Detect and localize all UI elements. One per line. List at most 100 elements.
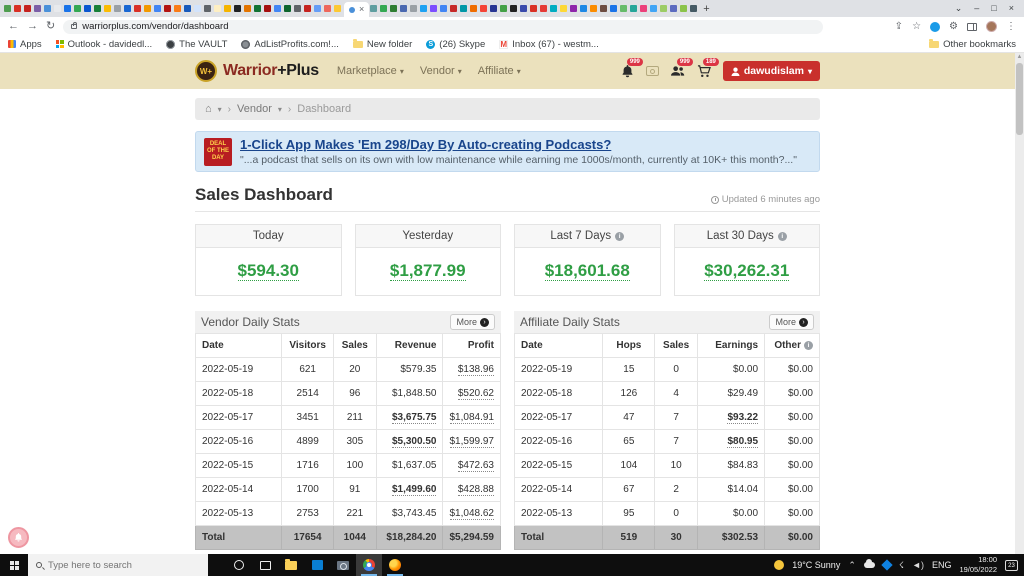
browser-tab-favicon[interactable]	[244, 5, 251, 12]
browser-tab-favicon[interactable]	[174, 5, 181, 12]
nav-item-affiliate[interactable]: Affiliate ▾	[478, 65, 521, 77]
browser-tab-favicon[interactable]	[314, 5, 321, 12]
profile-avatar[interactable]	[986, 21, 997, 32]
browser-tab-favicon[interactable]	[114, 5, 121, 12]
nav-item-vendor[interactable]: Vendor ▾	[420, 65, 462, 77]
affiliate-more-button[interactable]: More ›	[769, 314, 814, 330]
info-icon[interactable]: i	[777, 231, 787, 241]
browser-tab-favicon[interactable]	[560, 5, 568, 12]
close-button[interactable]: ×	[1009, 4, 1014, 13]
stat-card-value[interactable]: $30,262.31	[704, 261, 790, 281]
microsoft-store-button[interactable]	[304, 554, 330, 576]
browser-tab-favicon[interactable]	[480, 5, 488, 12]
browser-tab-favicon[interactable]	[590, 5, 598, 12]
bookmark-item[interactable]: Apps	[8, 39, 42, 50]
weather-label[interactable]: 19°C Sunny	[792, 560, 840, 570]
browser-tab-favicon[interactable]	[194, 5, 201, 12]
new-tab-button[interactable]: +	[703, 3, 709, 15]
cell-value[interactable]: $472.63	[457, 460, 494, 472]
deal-title-link[interactable]: 1-Click App Makes 'Em 298/Day By Auto-cr…	[240, 137, 797, 152]
browser-tab-favicon[interactable]	[610, 5, 618, 12]
browser-tab-favicon[interactable]	[400, 5, 408, 12]
browser-tab-favicon[interactable]	[74, 5, 81, 12]
file-explorer-button[interactable]	[278, 554, 304, 576]
browser-tab-favicon[interactable]	[44, 5, 51, 12]
task-view-button[interactable]	[252, 554, 278, 576]
browser-tab-favicon[interactable]	[540, 5, 548, 12]
forward-icon[interactable]: →	[27, 21, 38, 32]
home-caret-icon[interactable]: ▾	[218, 105, 222, 114]
browser-tab-favicon[interactable]	[470, 5, 478, 12]
notifications-bell[interactable]: 999	[621, 57, 643, 78]
browser-tab-favicon[interactable]	[14, 5, 21, 12]
browser-tab-favicon[interactable]	[460, 5, 468, 12]
vendor-caret-icon[interactable]: ▾	[278, 105, 282, 114]
dropbox-icon[interactable]	[881, 559, 893, 571]
browser-tab-favicon[interactable]	[420, 5, 428, 12]
deal-of-the-day-banner[interactable]: DEAL OF THE DAY 1-Click App Makes 'Em 298/…	[195, 131, 820, 172]
stat-card-value[interactable]: $1,877.99	[389, 261, 466, 281]
breadcrumb-vendor[interactable]: Vendor	[237, 103, 272, 115]
cortana-button[interactable]	[226, 554, 252, 576]
start-button[interactable]	[0, 554, 28, 576]
info-icon[interactable]: i	[804, 341, 813, 350]
bookmark-item[interactable]: Outlook - davidedl...	[55, 39, 152, 50]
browser-tab-favicon[interactable]	[324, 5, 331, 12]
bookmark-item[interactable]: The VAULT	[166, 39, 227, 50]
browser-tab-favicon[interactable]	[520, 5, 528, 12]
cell-value[interactable]: $1,599.97	[449, 436, 494, 448]
back-icon[interactable]: ←	[8, 21, 19, 32]
browser-tab-favicon[interactable]	[600, 5, 608, 12]
browser-tab-favicon[interactable]	[234, 5, 241, 12]
brand-name[interactable]: Warrior+Plus	[223, 62, 319, 80]
browser-tab-favicon[interactable]	[4, 5, 11, 12]
browser-tab-favicon[interactable]	[104, 5, 111, 12]
browser-tab-favicon[interactable]	[94, 5, 101, 12]
browser-tab-favicon[interactable]	[660, 5, 668, 12]
warriorplus-logo[interactable]: W+	[195, 60, 217, 82]
browser-tab-favicon[interactable]	[390, 5, 398, 12]
cell-value[interactable]: $1,084.91	[449, 412, 494, 424]
active-tab[interactable]: ×	[344, 2, 370, 17]
chrome-button[interactable]	[356, 554, 382, 576]
browser-tab-favicon[interactable]	[430, 5, 438, 12]
affiliates-users[interactable]: 999	[670, 58, 693, 77]
browser-tab-favicon[interactable]	[640, 5, 648, 12]
browser-tab-favicon[interactable]	[440, 5, 448, 12]
firefox-button[interactable]	[382, 554, 408, 576]
side-panel-icon[interactable]	[967, 22, 977, 31]
camera-app-button[interactable]	[330, 554, 356, 576]
browser-tab-favicon[interactable]	[274, 5, 281, 12]
stat-card-value[interactable]: $18,601.68	[544, 261, 630, 281]
url-text[interactable]: warriorplus.com/vendor/dashboard	[82, 21, 228, 32]
browser-tab-favicon[interactable]	[510, 5, 518, 12]
maximize-button[interactable]: □	[991, 4, 996, 13]
scroll-up-arrow[interactable]: ▲	[1015, 54, 1024, 60]
browser-tab-favicon[interactable]	[64, 5, 71, 12]
browser-tab-favicon[interactable]	[670, 5, 678, 12]
browser-tab-favicon[interactable]	[164, 5, 171, 12]
browser-tab-favicon[interactable]	[84, 5, 91, 12]
browser-tab-favicon[interactable]	[410, 5, 418, 12]
browser-tab-favicon[interactable]	[264, 5, 271, 12]
browser-tab-favicon[interactable]	[620, 5, 628, 12]
extension-icon[interactable]	[930, 21, 941, 32]
reload-icon[interactable]: ↻	[46, 21, 55, 32]
browser-tab-favicon[interactable]	[284, 5, 291, 12]
browser-tab-favicon[interactable]	[334, 5, 341, 12]
action-center-icon[interactable]: 23	[1005, 559, 1018, 571]
taskbar-search[interactable]	[28, 554, 208, 576]
browser-tab-favicon[interactable]	[214, 5, 221, 12]
clock-datetime[interactable]: 18:00 19/05/2022	[959, 555, 997, 575]
scrollbar-thumb[interactable]	[1016, 63, 1023, 135]
weather-sun-icon[interactable]	[774, 560, 785, 570]
browser-tab-favicon[interactable]	[630, 5, 638, 12]
language-indicator[interactable]: ENG	[932, 560, 952, 570]
browser-tab-favicon[interactable]	[304, 5, 311, 12]
browser-tab-favicon[interactable]	[124, 5, 131, 12]
browser-tab-favicon[interactable]	[450, 5, 458, 12]
tray-expand-icon[interactable]: ⌃	[848, 560, 856, 570]
home-icon[interactable]: ⌂	[205, 103, 212, 115]
address-bar[interactable]: warriorplus.com/vendor/dashboard	[63, 19, 824, 34]
onedrive-cloud-icon[interactable]	[863, 559, 875, 568]
